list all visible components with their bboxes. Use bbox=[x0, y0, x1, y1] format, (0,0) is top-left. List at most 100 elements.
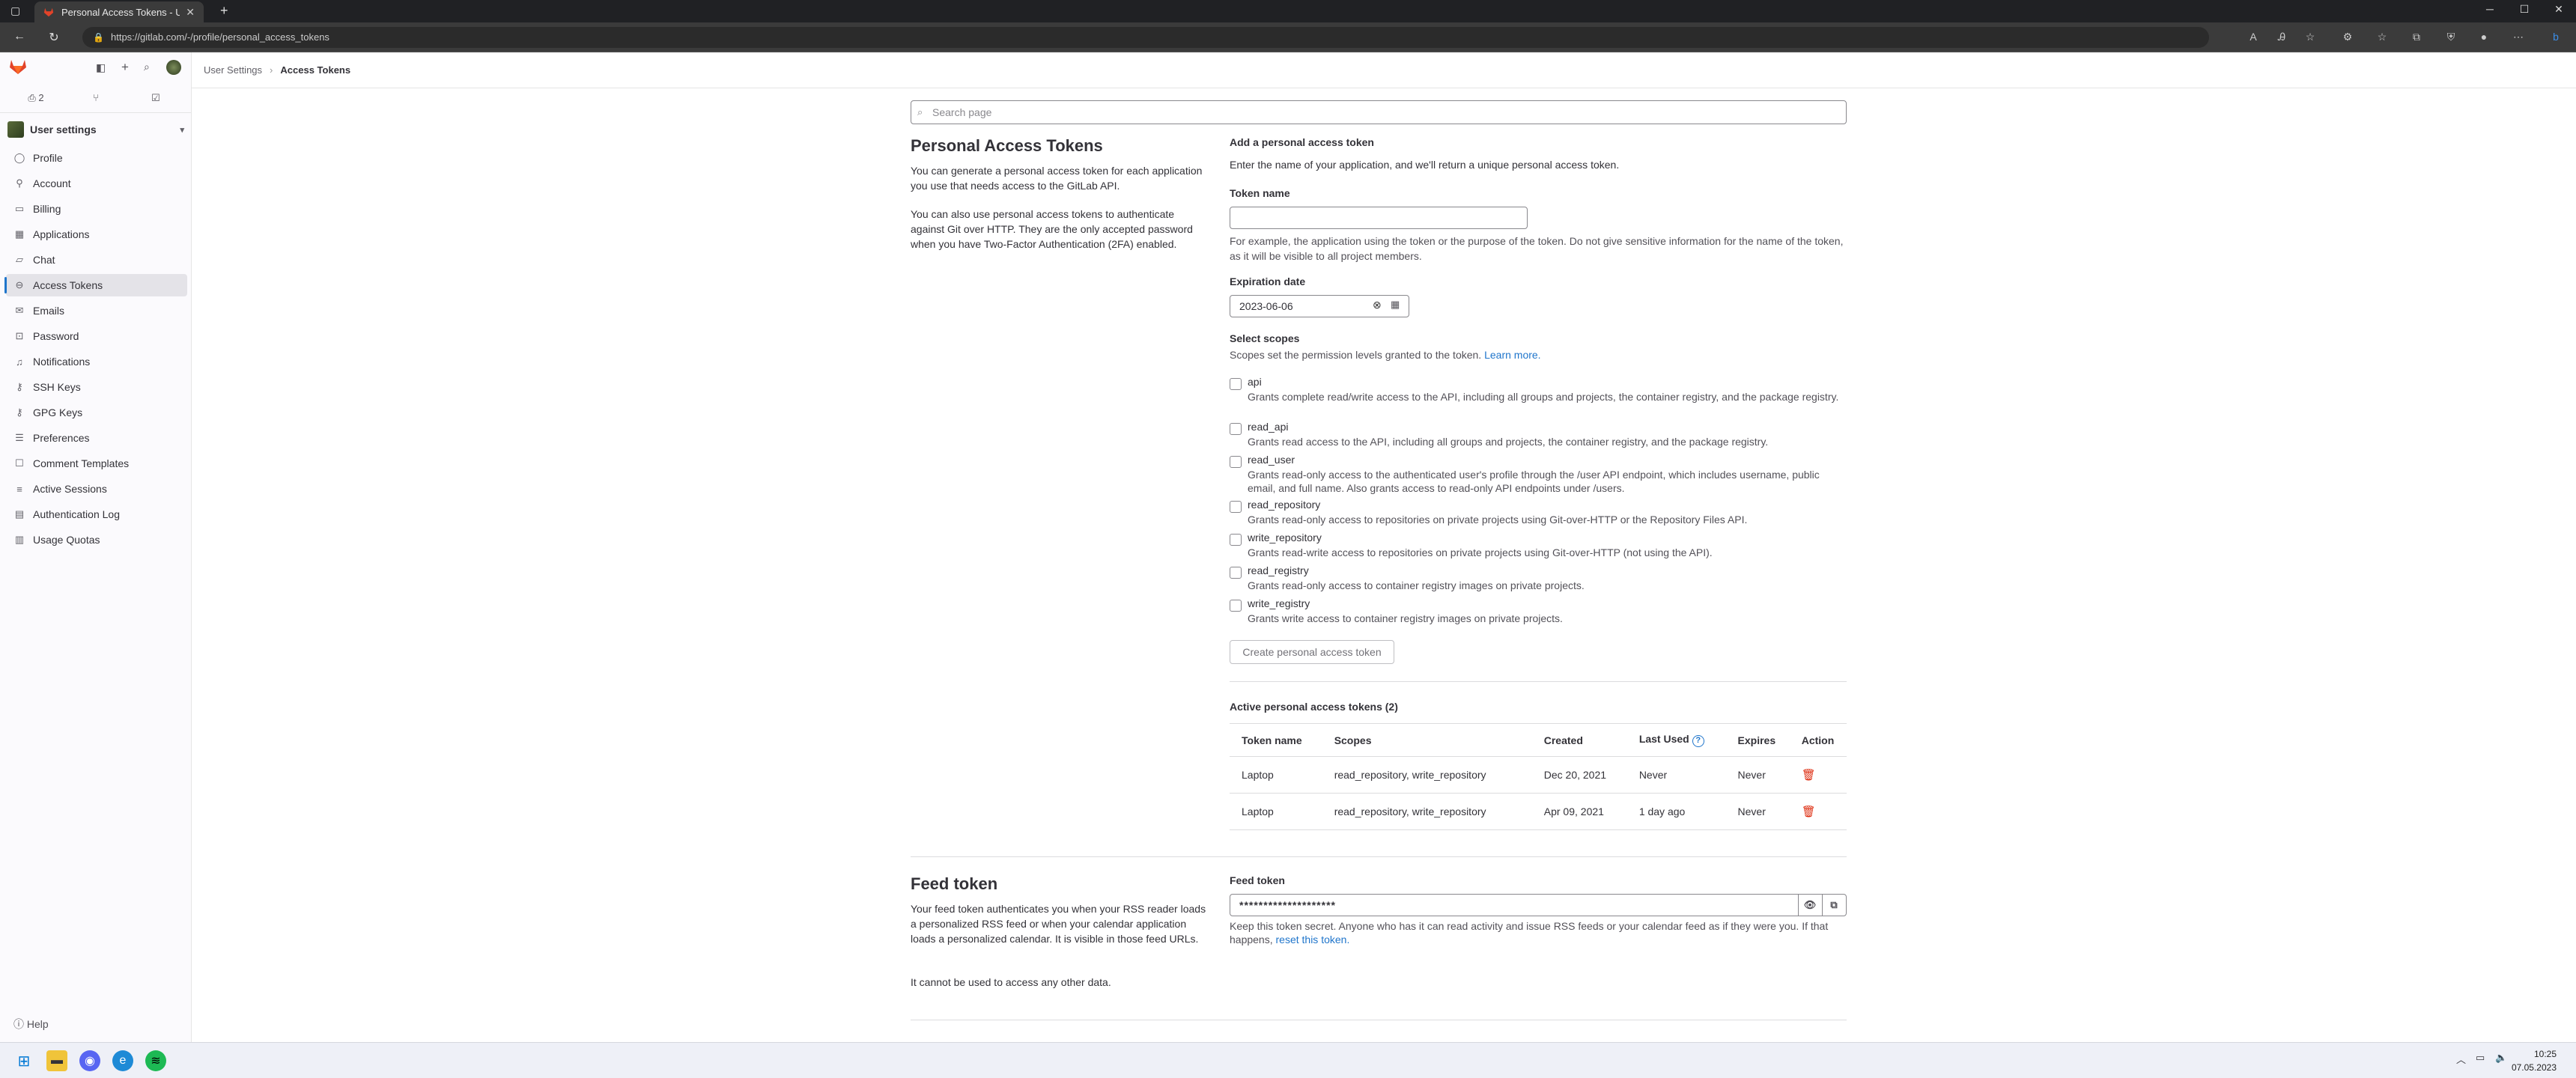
scope-description: Grants read-only access to repositories … bbox=[1248, 514, 1748, 526]
favorite-star-icon[interactable]: ☆ bbox=[2302, 31, 2318, 43]
tray-chevron-icon[interactable]: ︿ bbox=[2456, 1052, 2466, 1066]
refresh-icon[interactable]: ↻ bbox=[45, 30, 63, 45]
scope-checkbox[interactable] bbox=[1230, 378, 1242, 390]
merge-requests-icon[interactable]: ⑂ bbox=[66, 88, 126, 108]
windows-start-icon[interactable]: ⊞ bbox=[13, 1050, 34, 1071]
sidebar-item-notifications[interactable]: ♫ Notifications bbox=[6, 350, 187, 373]
browser-tab[interactable]: Personal Access Tokens - User Se ✕ bbox=[34, 1, 204, 22]
breadcrumb-parent[interactable]: User Settings bbox=[204, 64, 262, 76]
mail-icon: ✉ bbox=[15, 305, 24, 316]
new-tab-icon[interactable]: + bbox=[220, 3, 228, 19]
close-window-icon[interactable]: ✕ bbox=[2548, 3, 2570, 16]
column-header: Token name bbox=[1230, 723, 1322, 757]
close-tab-icon[interactable]: ✕ bbox=[186, 6, 195, 19]
translate-icon[interactable]: Ꭿ bbox=[2273, 31, 2290, 43]
sidebar-item-comment-templates[interactable]: ☐ Comment Templates bbox=[6, 452, 187, 475]
search-page-input[interactable]: ⌕ Search page bbox=[911, 100, 1847, 124]
minimize-icon[interactable]: ─ bbox=[2479, 3, 2501, 15]
sidebar-item-chat[interactable]: ▱ Chat bbox=[6, 249, 187, 271]
create-token-button[interactable]: Create personal access token bbox=[1230, 640, 1394, 664]
sidebar-item-profile[interactable]: ◯ Profile bbox=[6, 147, 187, 169]
volume-icon[interactable]: 🔈 bbox=[2495, 1052, 2507, 1064]
calendar-icon[interactable]: ▦ bbox=[1391, 299, 1400, 311]
sidebar-item-active-sessions[interactable]: ≡ Active Sessions bbox=[6, 478, 187, 500]
profile-avatar-icon[interactable]: ● bbox=[2476, 31, 2492, 43]
tab-title: Personal Access Tokens - User Se bbox=[61, 6, 180, 18]
create-new-icon[interactable]: + bbox=[121, 60, 129, 75]
user-avatar[interactable] bbox=[166, 60, 181, 75]
token-name-input[interactable] bbox=[1230, 207, 1528, 229]
more-menu-icon[interactable]: ⋯ bbox=[2510, 31, 2527, 43]
sidebar-item-gpg-keys[interactable]: ⚷ GPG Keys bbox=[6, 401, 187, 424]
eye-icon[interactable]: 👁 bbox=[1798, 895, 1822, 916]
favorites-icon[interactable]: ☆ bbox=[2374, 31, 2390, 43]
read-aloud-icon[interactable]: A bbox=[2245, 31, 2261, 43]
spotify-icon[interactable]: ≋ bbox=[145, 1050, 166, 1071]
todos-icon[interactable]: ☑ bbox=[126, 88, 186, 108]
scope-checkbox[interactable] bbox=[1230, 567, 1242, 579]
breadcrumb-current[interactable]: Access Tokens bbox=[280, 64, 350, 76]
user-icon: ◯ bbox=[13, 152, 25, 163]
clear-date-icon[interactable]: ⊗ bbox=[1373, 299, 1382, 311]
question-icon[interactable]: ? bbox=[1692, 735, 1704, 747]
scopes-help: Scopes set the permission levels granted… bbox=[1230, 347, 1541, 362]
back-icon[interactable]: ← bbox=[10, 30, 28, 43]
network-icon[interactable]: ▭ bbox=[2476, 1052, 2485, 1064]
select-scopes-label: Select scopes bbox=[1230, 332, 1300, 344]
sidebar-item-applications[interactable]: ▦ Applications bbox=[6, 223, 187, 246]
quota-icon: ▥ bbox=[14, 534, 25, 545]
address-bar-row: ← ↻ 🔒 https://gitlab.com/-/profile/perso… bbox=[0, 22, 2576, 52]
scope-checkbox[interactable] bbox=[1230, 534, 1242, 546]
copy-icon[interactable]: ⧉ bbox=[1822, 895, 1846, 916]
scope-name: read_user bbox=[1248, 454, 1295, 466]
system-clock[interactable]: 10:25 07.05.2023 bbox=[2512, 1047, 2557, 1074]
sidebar-item-label: Access Tokens bbox=[33, 279, 103, 291]
scope-checkbox[interactable] bbox=[1230, 456, 1242, 468]
issues-counter[interactable]: ⎙ 2 bbox=[6, 88, 66, 108]
scope-checkbox[interactable] bbox=[1230, 423, 1242, 435]
scope-checkbox[interactable] bbox=[1230, 600, 1242, 612]
token-name-label: Token name bbox=[1230, 187, 1290, 199]
reset-token-link[interactable]: reset this token. bbox=[1276, 934, 1350, 945]
gitlab-logo-icon[interactable] bbox=[9, 58, 27, 75]
shield-icon[interactable]: ⛨ bbox=[2443, 31, 2459, 43]
feed-token-title: Feed token bbox=[911, 874, 998, 893]
feed-token-description: Your feed token authenticates you when y… bbox=[911, 903, 1206, 945]
chat-icon: ▱ bbox=[16, 254, 23, 265]
learn-more-link[interactable]: Learn more. bbox=[1484, 349, 1540, 361]
chevron-down-icon: ▾ bbox=[180, 125, 184, 135]
sidebar-item-account[interactable]: ⚲ Account bbox=[6, 172, 187, 195]
sidebar-item-preferences[interactable]: ☰ Preferences bbox=[6, 427, 187, 449]
sidebar-item-emails[interactable]: ✉ Emails bbox=[6, 299, 187, 322]
sidebar-item-label: Chat bbox=[33, 254, 55, 266]
sidebar-item-authentication-log[interactable]: ▤ Authentication Log bbox=[6, 503, 187, 526]
extensions-icon[interactable]: ⚙ bbox=[2339, 31, 2356, 43]
tab-actions-icon[interactable]: ▢ bbox=[10, 4, 20, 17]
sidebar-item-password[interactable]: ⊡ Password bbox=[6, 325, 187, 347]
collections-icon[interactable]: ⧉ bbox=[2408, 31, 2425, 43]
scope-checkbox[interactable] bbox=[1230, 501, 1242, 513]
edge-icon[interactable]: e bbox=[112, 1050, 133, 1071]
url-field[interactable]: 🔒 https://gitlab.com/-/profile/personal_… bbox=[82, 27, 2209, 48]
revoke-trash-icon[interactable]: 🗑 bbox=[1802, 769, 1816, 782]
sidebar-item-billing[interactable]: ▭ Billing bbox=[6, 198, 187, 220]
help-button[interactable]: ⓘ Help bbox=[13, 1017, 49, 1032]
bing-icon[interactable]: b bbox=[2548, 31, 2564, 43]
sidebar-toggle-icon[interactable]: ◧ bbox=[96, 61, 106, 74]
feed-token-input[interactable]: ******************** 👁 ⧉ bbox=[1230, 894, 1847, 916]
sidebar-item-label: Profile bbox=[33, 152, 63, 164]
table-row: Laptop read_repository, write_repository… bbox=[1230, 756, 1847, 794]
file-explorer-icon[interactable]: ▬ bbox=[46, 1050, 67, 1071]
key-icon: ⚷ bbox=[16, 381, 23, 392]
discord-icon[interactable]: ◉ bbox=[79, 1050, 100, 1071]
context-switcher[interactable]: User settings ▾ bbox=[7, 118, 184, 141]
maximize-icon[interactable]: ☐ bbox=[2513, 3, 2536, 16]
search-icon[interactable]: ⌕ bbox=[144, 61, 150, 73]
sidebar-item-ssh-keys[interactable]: ⚷ SSH Keys bbox=[6, 376, 187, 398]
feed-token-value: ******************** bbox=[1239, 899, 1336, 911]
revoke-trash-icon[interactable]: 🗑 bbox=[1802, 806, 1816, 818]
sidebar-item-usage-quotas[interactable]: ▥ Usage Quotas bbox=[6, 529, 187, 551]
sidebar-item-access-tokens[interactable]: ⊖ Access Tokens bbox=[4, 274, 187, 296]
pat-description: You can generate a personal access token… bbox=[911, 165, 1203, 192]
expiration-date-input[interactable]: 2023-06-06 ⊗ ▦ bbox=[1230, 295, 1409, 317]
